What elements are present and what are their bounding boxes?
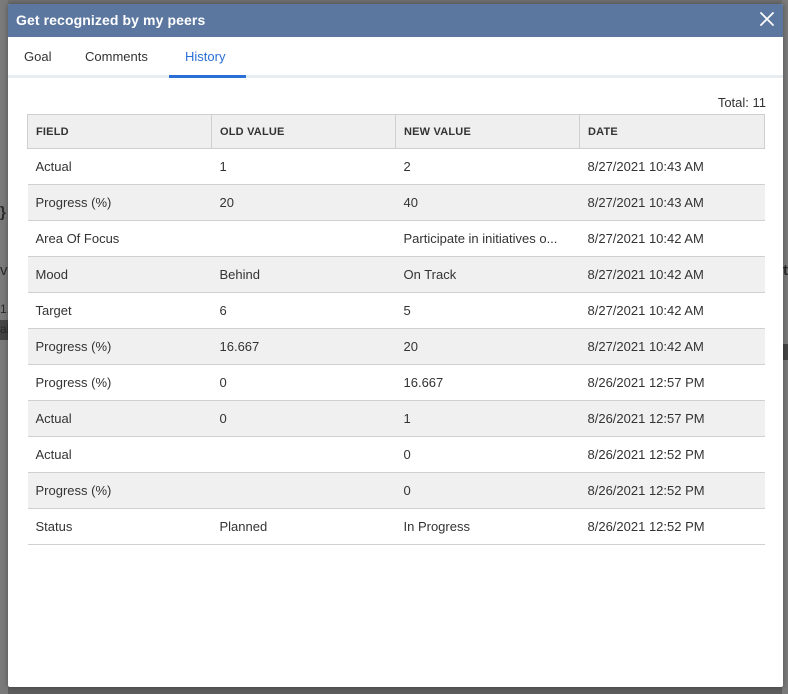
- cell-new-value: Participate in initiatives o...: [395, 220, 580, 257]
- cell-old-value: 16.667: [211, 328, 396, 365]
- cell-new-value: 0: [395, 472, 580, 509]
- background-text-fragment: }: [0, 204, 6, 221]
- cell-new-value: 1: [395, 400, 580, 437]
- cell-date: 8/27/2021 10:42 AM: [579, 256, 765, 293]
- cell-new-value: 40: [395, 184, 580, 221]
- cell-new-value: 20: [395, 328, 580, 365]
- cell-date: 8/26/2021 12:52 PM: [579, 508, 765, 545]
- background-left-edge: [0, 0, 8, 694]
- table-row: Actual 1 2 8/27/2021 10:43 AM: [27, 148, 765, 185]
- close-button[interactable]: [757, 9, 777, 29]
- table-row: Actual 0 8/26/2021 12:52 PM: [27, 436, 765, 473]
- cell-old-value: 0: [211, 400, 396, 437]
- cell-date: 8/26/2021 12:57 PM: [579, 400, 765, 437]
- column-header-date[interactable]: DATE: [579, 114, 765, 149]
- column-header-old-value[interactable]: OLD VALUE: [211, 114, 396, 149]
- goal-details-modal: Get recognized by my peers Goal Comments…: [8, 4, 783, 687]
- cell-new-value: 0: [395, 436, 580, 473]
- cell-old-value: [211, 472, 396, 509]
- tab-goal[interactable]: Goal: [24, 49, 51, 64]
- cell-old-value: [211, 220, 396, 257]
- cell-new-value: 16.667: [395, 364, 580, 401]
- cell-date: 8/27/2021 10:43 AM: [579, 184, 765, 221]
- cell-old-value: 6: [211, 292, 396, 329]
- cell-date: 8/27/2021 10:42 AM: [579, 220, 765, 257]
- history-table-body: Actual 1 2 8/27/2021 10:43 AM Progress (%) 20…: [27, 148, 765, 545]
- cell-old-value: 20: [211, 184, 396, 221]
- cell-field: Progress (%): [27, 364, 212, 401]
- history-total-count: Total: 11: [717, 95, 766, 110]
- table-header-row: FIELD OLD VALUE NEW VALUE DATE: [27, 114, 765, 149]
- cell-field: Area Of Focus: [27, 220, 212, 257]
- cell-field: Progress (%): [27, 472, 212, 509]
- cell-date: 8/26/2021 12:52 PM: [579, 436, 765, 473]
- cell-old-value: 1: [211, 148, 396, 185]
- column-header-new-value[interactable]: NEW VALUE: [395, 114, 580, 149]
- tab-comments[interactable]: Comments: [85, 49, 148, 64]
- tab-history[interactable]: History: [185, 49, 225, 64]
- cell-field: Target: [27, 292, 212, 329]
- table-row: Progress (%) 0 16.667 8/26/2021 12:57 PM: [27, 364, 765, 401]
- cell-date: 8/27/2021 10:42 AM: [579, 328, 765, 365]
- tab-bar: Goal Comments History: [8, 37, 783, 78]
- cell-field: Progress (%): [27, 328, 212, 365]
- close-icon: [760, 12, 774, 26]
- cell-old-value: Behind: [211, 256, 396, 293]
- cell-field: Actual: [27, 436, 212, 473]
- table-row: Actual 0 1 8/26/2021 12:57 PM: [27, 400, 765, 437]
- cell-field: Actual: [27, 148, 212, 185]
- table-row: Progress (%) 16.667 20 8/27/2021 10:42 AM: [27, 328, 765, 365]
- column-header-field[interactable]: FIELD: [27, 114, 212, 149]
- cell-field: Progress (%): [27, 184, 212, 221]
- background-text-fragment: t: [783, 262, 788, 279]
- cell-date: 8/27/2021 10:42 AM: [579, 292, 765, 329]
- cell-field: Status: [27, 508, 212, 545]
- cell-old-value: [211, 436, 396, 473]
- table-row: Mood Behind On Track 8/27/2021 10:42 AM: [27, 256, 765, 293]
- cell-new-value: 2: [395, 148, 580, 185]
- cell-field: Mood: [27, 256, 212, 293]
- cell-new-value: On Track: [395, 256, 580, 293]
- active-tab-indicator: [169, 75, 246, 78]
- modal-title: Get recognized by my peers: [16, 12, 206, 28]
- history-table: FIELD OLD VALUE NEW VALUE DATE Actual 1 2 8…: [27, 114, 765, 545]
- table-row: Area Of Focus Participate in initiatives …: [27, 220, 765, 257]
- table-row: Progress (%) 20 40 8/27/2021 10:43 AM: [27, 184, 765, 221]
- cell-field: Actual: [27, 400, 212, 437]
- cell-date: 8/26/2021 12:52 PM: [579, 472, 765, 509]
- cell-old-value: Planned: [211, 508, 396, 545]
- cell-new-value: In Progress: [395, 508, 580, 545]
- table-row: Progress (%) 0 8/26/2021 12:52 PM: [27, 472, 765, 509]
- table-row: Target 6 5 8/27/2021 10:42 AM: [27, 292, 765, 329]
- cell-date: 8/27/2021 10:43 AM: [579, 148, 765, 185]
- cell-old-value: 0: [211, 364, 396, 401]
- cell-new-value: 5: [395, 292, 580, 329]
- modal-header: Get recognized by my peers: [8, 4, 783, 37]
- table-row: Status Planned In Progress 8/26/2021 12:52 …: [27, 508, 765, 545]
- cell-date: 8/26/2021 12:57 PM: [579, 364, 765, 401]
